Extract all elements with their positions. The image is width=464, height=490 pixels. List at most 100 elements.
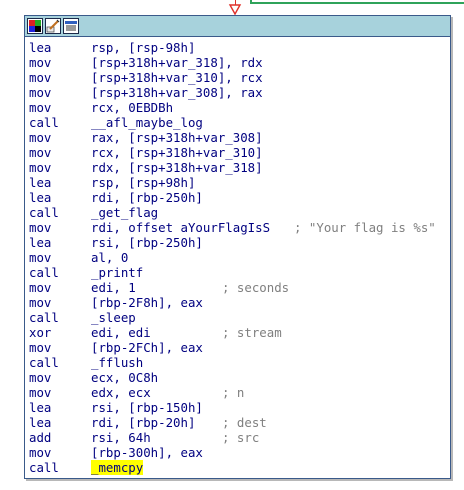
asm-line[interactable]: call _fflush bbox=[25, 355, 450, 370]
asm-line[interactable]: mov edx, ecx ; n bbox=[25, 385, 450, 400]
asm-line[interactable]: mov [rsp+318h+var_318], rdx bbox=[25, 55, 450, 70]
ida-graph-view: lea rsp, [rsp-98h] mov [rsp+318h+var_318],… bbox=[0, 0, 464, 490]
comment: ; "Your flag is %s" bbox=[294, 220, 436, 235]
asm-line[interactable]: xor edi, edi ; stream bbox=[25, 325, 450, 340]
mnemonic: mov bbox=[29, 295, 52, 310]
operands: rcx, [rsp+318h+var_310] bbox=[91, 145, 263, 160]
asm-line[interactable]: lea rsi, [rbp-250h] bbox=[25, 235, 450, 250]
asm-line[interactable]: lea rsi, [rbp-150h] bbox=[25, 400, 450, 415]
node-list-icon[interactable] bbox=[63, 18, 79, 34]
asm-line[interactable]: mov [rbp-2F8h], eax bbox=[25, 295, 450, 310]
asm-line[interactable]: lea rsp, [rsp+98h] bbox=[25, 175, 450, 190]
operands: rsp, [rsp-98h] bbox=[91, 40, 196, 55]
basic-block-node[interactable]: lea rsp, [rsp-98h] mov [rsp+318h+var_318],… bbox=[24, 15, 451, 479]
operands: [rsp+318h+var_318], rdx bbox=[91, 55, 263, 70]
mnemonic: call bbox=[29, 355, 59, 370]
mnemonic: mov bbox=[29, 220, 52, 235]
mnemonic: mov bbox=[29, 70, 52, 85]
edit-node-icon[interactable] bbox=[45, 18, 61, 34]
mnemonic: mov bbox=[29, 100, 52, 115]
operands: [rbp-300h], eax bbox=[91, 445, 203, 460]
operands: _fflush bbox=[91, 355, 144, 370]
mnemonic: lea bbox=[29, 400, 52, 415]
mnemonic: mov bbox=[29, 370, 52, 385]
mnemonic: lea bbox=[29, 415, 52, 430]
asm-line[interactable]: mov ecx, 0C8h bbox=[25, 370, 450, 385]
operands: rax, [rsp+318h+var_308] bbox=[91, 130, 263, 145]
operands: rdi, [rbp-250h] bbox=[91, 190, 203, 205]
operands: [rbp-2F8h], eax bbox=[91, 295, 203, 310]
disassembly-listing: lea rsp, [rsp-98h] mov [rsp+318h+var_318],… bbox=[25, 37, 450, 475]
asm-line[interactable]: lea rdi, [rbp-250h] bbox=[25, 190, 450, 205]
asm-line[interactable]: call _printf bbox=[25, 265, 450, 280]
asm-line[interactable]: mov rdx, [rsp+318h+var_318] bbox=[25, 160, 450, 175]
mnemonic: mov bbox=[29, 85, 52, 100]
asm-line[interactable]: mov [rsp+318h+var_308], rax bbox=[25, 85, 450, 100]
graph-color-icon[interactable] bbox=[27, 18, 43, 34]
asm-line[interactable]: add rsi, 64h ; src bbox=[25, 430, 450, 445]
asm-line[interactable]: call _sleep bbox=[25, 310, 450, 325]
operands: rdi, [rbp-20h] bbox=[91, 415, 196, 430]
operands: edi, 1 bbox=[91, 280, 136, 295]
mnemonic: mov bbox=[29, 160, 52, 175]
mnemonic: mov bbox=[29, 340, 52, 355]
operands: edx, ecx bbox=[91, 385, 151, 400]
asm-line[interactable]: mov [rbp-2FCh], eax bbox=[25, 340, 450, 355]
operands: _sleep bbox=[91, 310, 136, 325]
asm-line[interactable]: mov edi, 1 ; seconds bbox=[25, 280, 450, 295]
operands: edi, edi bbox=[91, 325, 151, 340]
comment: ; src bbox=[222, 430, 260, 445]
asm-line[interactable]: call _get_flag bbox=[25, 205, 450, 220]
operands: [rsp+318h+var_310], rcx bbox=[91, 70, 263, 85]
asm-line[interactable]: lea rsp, [rsp-98h] bbox=[25, 40, 450, 55]
operands-highlighted: _memcpy bbox=[91, 460, 144, 475]
mnemonic: call bbox=[29, 310, 59, 325]
operands: _printf bbox=[91, 265, 144, 280]
operands: [rsp+318h+var_308], rax bbox=[91, 85, 263, 100]
mnemonic: mov bbox=[29, 145, 52, 160]
asm-line[interactable]: mov rax, [rsp+318h+var_308] bbox=[25, 130, 450, 145]
operands: rsi, [rbp-250h] bbox=[91, 235, 203, 250]
operands: rsi, [rbp-150h] bbox=[91, 400, 203, 415]
mnemonic: add bbox=[29, 430, 52, 445]
outgoing-edge-green-horizontal bbox=[250, 2, 464, 4]
mnemonic: mov bbox=[29, 385, 52, 400]
asm-line[interactable]: call _memcpy bbox=[25, 460, 450, 475]
asm-line[interactable]: call __afl_maybe_log bbox=[25, 115, 450, 130]
mnemonic: call bbox=[29, 115, 59, 130]
operands: _get_flag bbox=[91, 205, 159, 220]
operands: __afl_maybe_log bbox=[91, 115, 203, 130]
mnemonic: lea bbox=[29, 175, 52, 190]
mnemonic: lea bbox=[29, 190, 52, 205]
mnemonic: lea bbox=[29, 235, 52, 250]
operands: rdx, [rsp+318h+var_318] bbox=[91, 160, 263, 175]
operands: [rbp-2FCh], eax bbox=[91, 340, 203, 355]
mnemonic: mov bbox=[29, 130, 52, 145]
mnemonic: mov bbox=[29, 445, 52, 460]
mnemonic: call bbox=[29, 460, 59, 475]
mnemonic: mov bbox=[29, 55, 52, 70]
mnemonic: lea bbox=[29, 40, 52, 55]
mnemonic: xor bbox=[29, 325, 52, 340]
operands: rdi, offset aYourFlagIsS bbox=[91, 220, 271, 235]
comment: ; dest bbox=[222, 415, 267, 430]
operands: al, 0 bbox=[91, 250, 129, 265]
comment: ; n bbox=[222, 385, 245, 400]
operands: rcx, 0EBDBh bbox=[91, 100, 174, 115]
mnemonic: call bbox=[29, 265, 59, 280]
operands: rsi, 64h bbox=[91, 430, 151, 445]
mnemonic: mov bbox=[29, 250, 52, 265]
operands: ecx, 0C8h bbox=[91, 370, 159, 385]
asm-line[interactable]: mov [rbp-300h], eax bbox=[25, 445, 450, 460]
operands: rsp, [rsp+98h] bbox=[91, 175, 196, 190]
mnemonic: mov bbox=[29, 280, 52, 295]
comment: ; stream bbox=[222, 325, 282, 340]
asm-line[interactable]: lea rdi, [rbp-20h] ; dest bbox=[25, 415, 450, 430]
asm-line[interactable]: mov [rsp+318h+var_310], rcx bbox=[25, 70, 450, 85]
comment: ; seconds bbox=[222, 280, 290, 295]
asm-line[interactable]: mov rdi, offset aYourFlagIsS ; "Your flag … bbox=[25, 220, 450, 235]
node-header bbox=[25, 16, 450, 37]
asm-line[interactable]: mov rcx, 0EBDBh bbox=[25, 100, 450, 115]
asm-line[interactable]: mov al, 0 bbox=[25, 250, 450, 265]
asm-line[interactable]: mov rcx, [rsp+318h+var_310] bbox=[25, 145, 450, 160]
